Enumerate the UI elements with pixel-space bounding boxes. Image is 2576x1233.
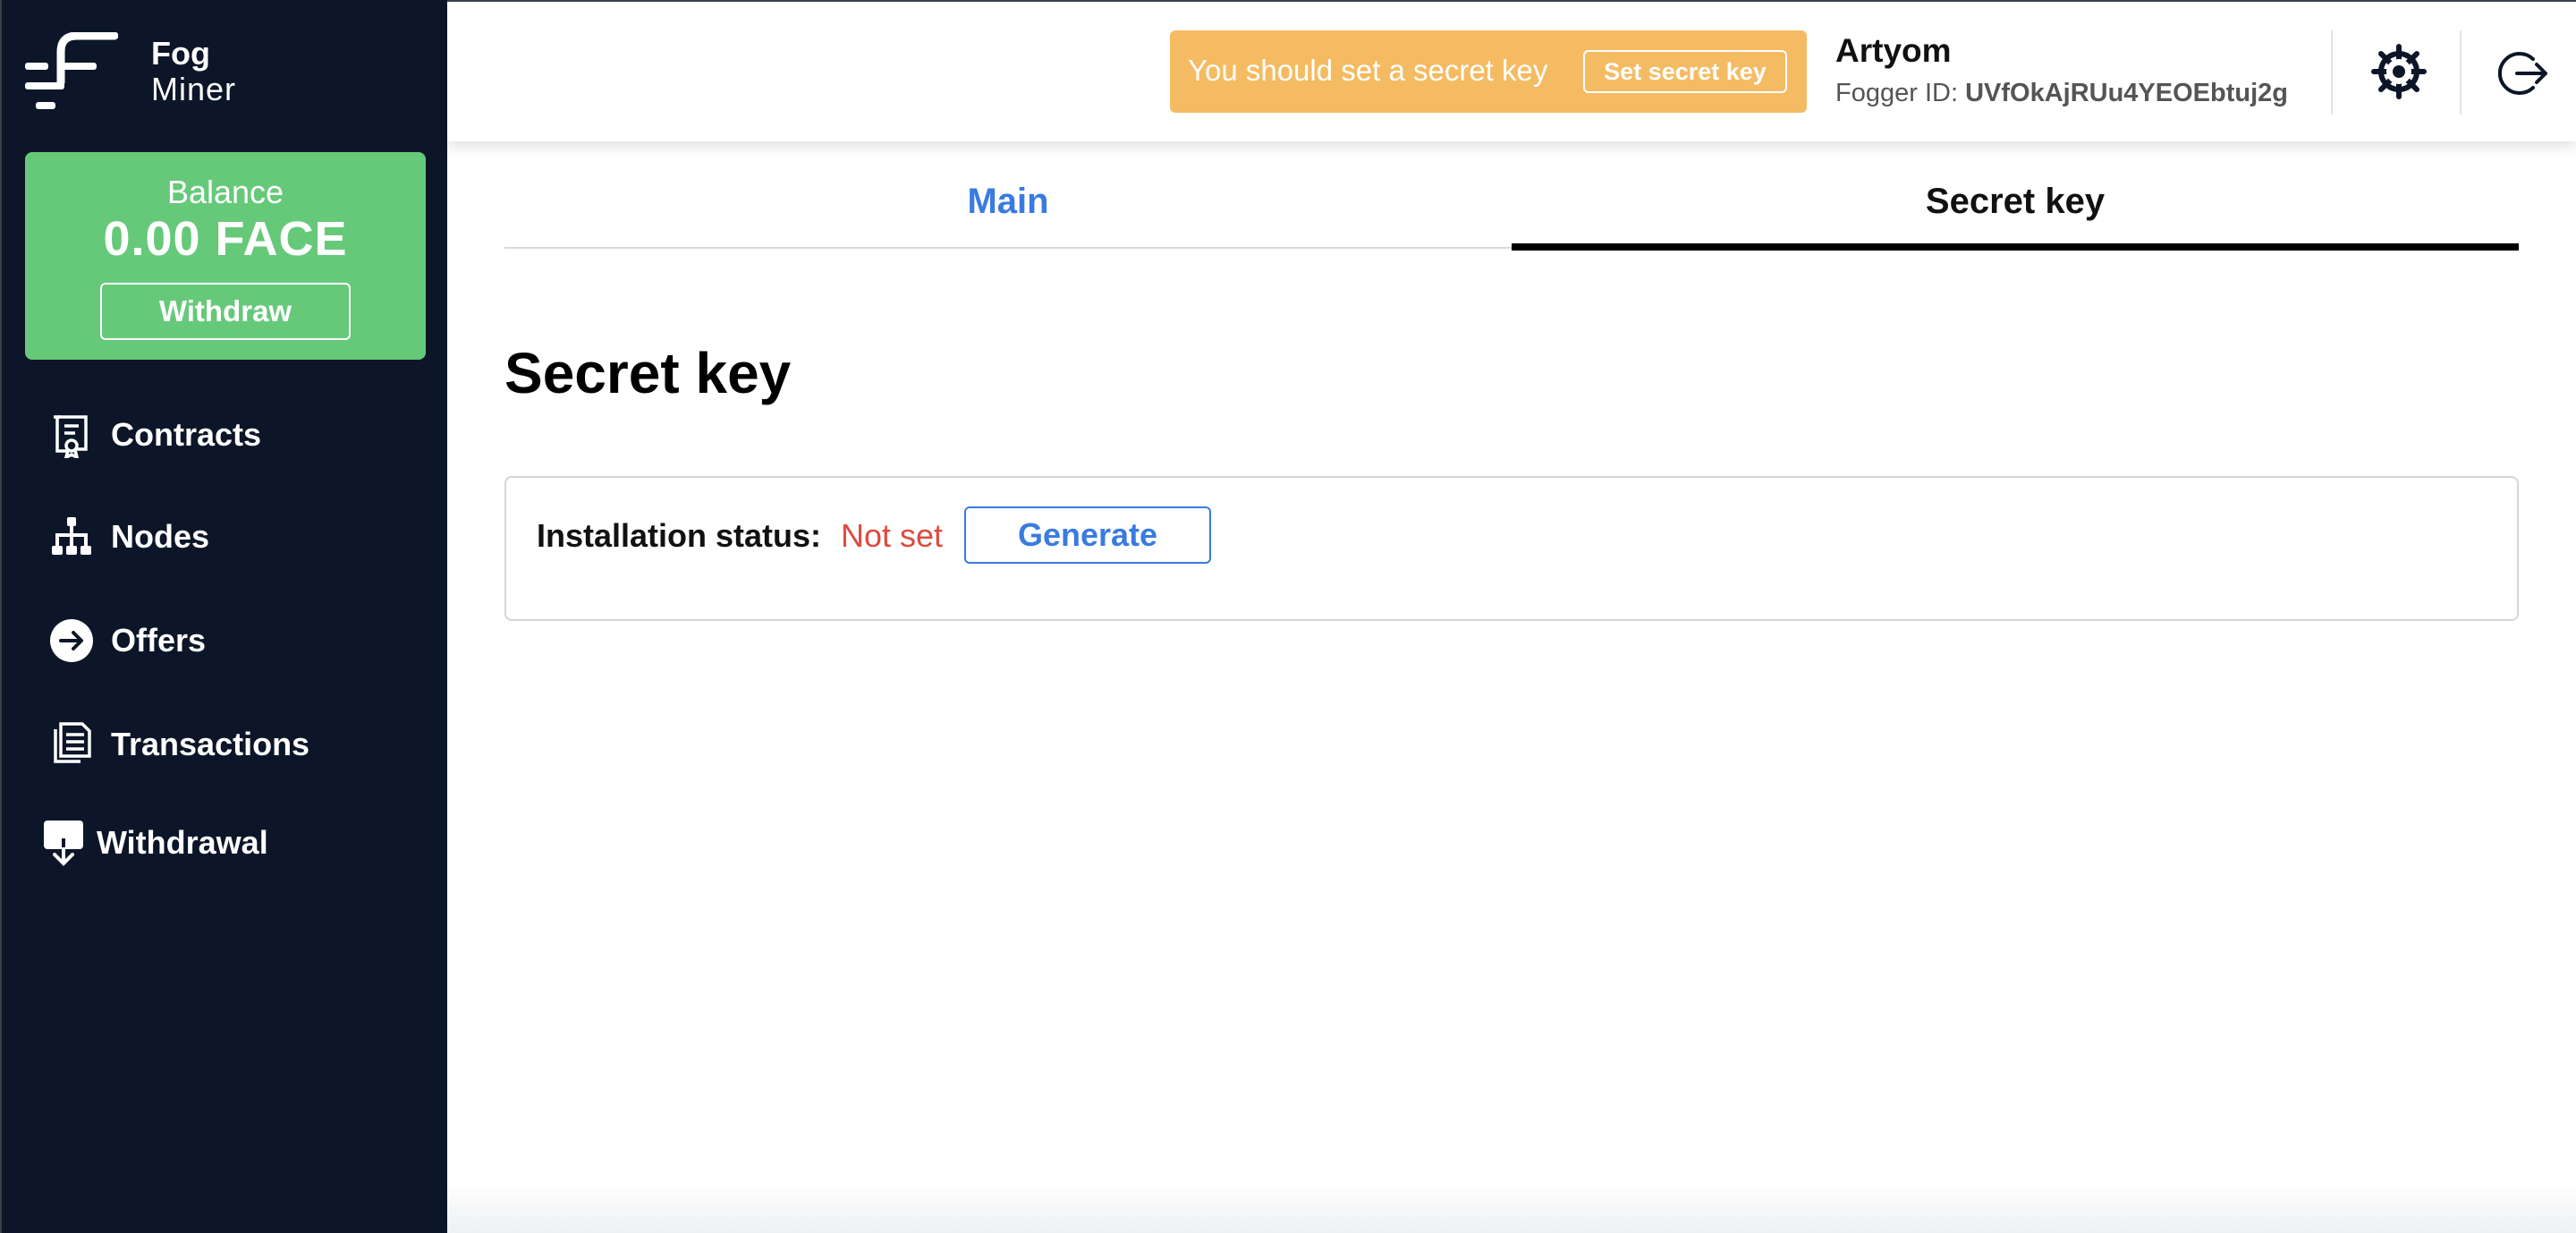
secret-key-alert: You should set a secret key Set secret k… [1170,30,1807,113]
balance-amount: 0.00 FACE [103,212,348,266]
fogger-id: Fogger ID: UVfOkAjRUu4YEOEbtuj2g [1835,79,2288,108]
user-name: Artyom [1835,32,1952,69]
set-secret-key-button[interactable]: Set secret key [1583,50,1787,93]
logout-icon[interactable] [2497,47,2551,100]
installation-status-card: Installation status: Not set Generate [504,476,2519,621]
arrow-right-circle-icon [47,616,97,666]
sidebar: Fog Miner Balance 0.00 FACE Withdraw Con… [0,0,447,1233]
sidebar-item-label: Transactions [111,726,310,762]
nodes-icon [47,512,97,562]
tab-bar: Main Secret key [504,161,2519,251]
withdraw-button[interactable]: Withdraw [100,283,351,340]
brand-line-2: Miner [151,71,237,107]
sidebar-item-contracts[interactable]: Contracts [47,408,261,462]
sidebar-item-offers[interactable]: Offers [47,614,206,668]
brand-name: Fog Miner [151,36,236,107]
sidebar-item-nodes[interactable]: Nodes [47,510,209,564]
contract-icon [47,410,97,460]
balance-card: Balance 0.00 FACE Withdraw [25,152,426,360]
alert-message: You should set a secret key [1188,54,1548,87]
sidebar-item-label: Offers [111,622,207,659]
installation-status-label: Installation status: [537,517,822,554]
fog-logo-icon [25,32,118,109]
top-bar: You should set a secret key Set secret k… [447,0,2576,141]
fogger-id-value: UVfOkAjRUu4YEOEbtuj2g [1965,79,2288,107]
installation-status-value: Not set [841,517,944,554]
generate-button[interactable]: Generate [964,506,1211,564]
documents-icon [47,719,97,770]
fogger-id-label: Fogger ID: [1835,79,1958,107]
divider [2460,30,2462,115]
divider [2331,30,2333,115]
brand-line-1: Fog [151,35,210,72]
sidebar-item-label: Withdrawal [97,824,268,861]
balance-label: Balance [166,174,284,210]
sidebar-item-label: Nodes [111,518,210,555]
sidebar-item-label: Contracts [111,416,262,453]
tab-main[interactable]: Main [504,161,1512,249]
download-icon [41,818,86,868]
tab-secret-key[interactable]: Secret key [1512,161,2519,251]
gear-icon[interactable] [2370,43,2428,100]
sidebar-item-withdrawal[interactable]: Withdrawal [41,816,268,870]
page-title: Secret key [504,341,792,405]
bottom-fade [447,1181,2576,1233]
sidebar-item-transactions[interactable]: Transactions [47,718,309,771]
